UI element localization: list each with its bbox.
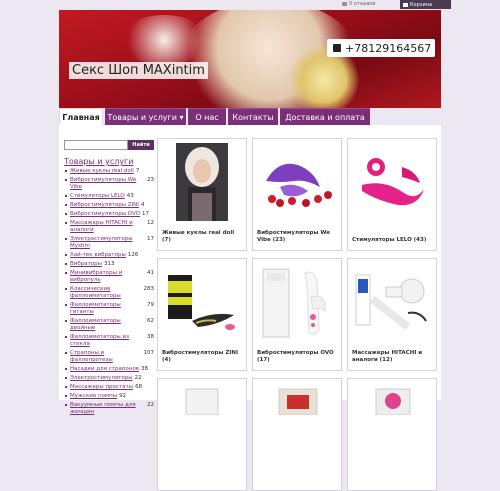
product-card[interactable]: Вибростимуляторы We Vibe (23) <box>252 138 342 251</box>
list-item[interactable]: Вибростимуляторы OVO 17 <box>64 211 154 218</box>
search-input[interactable] <box>64 140 128 150</box>
product-title: Живые куклы real doll (7) <box>162 230 235 243</box>
list-item[interactable]: Стимуляторы LELO 43 <box>64 193 154 200</box>
product-image <box>266 163 332 207</box>
product-card[interactable] <box>347 378 437 491</box>
phone-badge[interactable]: +78129164567 <box>327 39 435 57</box>
list-item[interactable]: Живые куклы real doll 7 <box>64 168 154 175</box>
nav-products[interactable]: Товары и услуги ▾ <box>105 108 186 125</box>
header-banner: +78129164567 Секс Шоп MAXintim <box>59 10 441 110</box>
phone-icon <box>333 44 341 52</box>
list-item[interactable]: Вибраторы 313 <box>64 261 154 268</box>
list-item[interactable]: Фаллоимитаторы двойные 62 <box>64 318 154 332</box>
search-button[interactable]: Найти <box>128 140 154 150</box>
product-image <box>355 274 427 331</box>
list-item[interactable]: Электростимуляторы Mystim 17 <box>64 236 154 250</box>
list-item[interactable]: Страпоны и фаллопротезы 107 <box>64 350 154 364</box>
list-item[interactable]: Классические фаллоимитаторы 283 <box>64 286 154 300</box>
list-item[interactable]: Массажеры HITACHI и аналоги 12 <box>64 220 154 234</box>
list-item[interactable]: Вакуумные помпы для женщин 22 <box>64 402 154 416</box>
reviews-link[interactable]: 0 отзывов <box>342 1 375 7</box>
list-item[interactable]: Вибростимуляторы We Vibe 23 <box>64 177 154 191</box>
product-card[interactable] <box>157 378 247 491</box>
sidebar-heading[interactable]: Товары и услуги <box>64 157 154 166</box>
nav-about[interactable]: О нас <box>188 108 226 125</box>
product-card[interactable]: Вибростимуляторы OVO (17) <box>252 258 342 371</box>
list-item[interactable]: Массажеры простаты 68 <box>64 384 154 391</box>
main-nav: Главная Товары и услуги ▾ О нас Контакты… <box>59 108 441 125</box>
list-item[interactable]: Электростимуляторы 22 <box>64 375 154 382</box>
product-title: Вибростимуляторы We Vibe (23) <box>257 230 330 243</box>
list-item[interactable]: Насадки для страпонов 38 <box>64 366 154 373</box>
product-image <box>362 158 424 206</box>
shop-name: Секс Шоп MAXintim <box>69 62 208 79</box>
top-bar: 0 отзывов Корзина <box>0 0 500 10</box>
product-title: Стимуляторы LELO (43) <box>352 237 427 243</box>
product-title: Массажеры HITACHI и аналоги (12) <box>352 350 423 363</box>
product-image <box>375 388 411 415</box>
product-card[interactable]: Стимуляторы LELO (43) <box>347 138 437 251</box>
cart-label: Корзина <box>410 1 433 8</box>
reviews-label: 0 отзывов <box>349 1 376 7</box>
page-container: +78129164567 Секс Шоп MAXintim Главная Т… <box>59 10 441 491</box>
nav-home[interactable]: Главная <box>59 108 103 125</box>
phone-number: +78129164567 <box>345 41 432 55</box>
list-item[interactable]: Фаллоимитаторы из стекла 38 <box>64 334 154 348</box>
reviews-icon <box>342 2 347 6</box>
product-image <box>185 388 219 415</box>
product-image <box>168 275 235 330</box>
nav-contacts[interactable]: Контакты <box>228 108 278 125</box>
list-item[interactable]: Вибростимуляторы ZINI 4 <box>64 202 154 209</box>
cart-button[interactable]: Корзина <box>400 0 451 9</box>
category-list: Живые куклы real doll 7 Вибростимуляторы … <box>64 168 154 416</box>
product-image <box>278 388 318 415</box>
sidebar: Найти Товары и услуги Живые куклы real d… <box>64 140 154 418</box>
list-item[interactable]: Фаллоимитаторы гиганты 79 <box>64 302 154 316</box>
product-card[interactable]: Массажеры HITACHI и аналоги (12) <box>347 258 437 371</box>
product-card[interactable] <box>252 378 342 491</box>
product-image <box>262 268 326 338</box>
list-item[interactable]: Минивибраторы и вибропуль 41 <box>64 270 154 284</box>
product-title: Вибростимуляторы OVO (17) <box>257 350 334 363</box>
cart-icon <box>403 2 408 7</box>
list-item[interactable]: Мужские помпы 92 <box>64 393 154 400</box>
product-title: Вибростимуляторы ZINI (4) <box>162 350 239 363</box>
list-item[interactable]: Хай-тек вибраторы 126 <box>64 252 154 259</box>
nav-delivery[interactable]: Доставка и оплата <box>280 108 370 125</box>
product-image <box>176 143 228 221</box>
product-card[interactable]: Вибростимуляторы ZINI (4) <box>157 258 247 371</box>
search-form: Найти <box>64 140 154 150</box>
product-card[interactable]: Живые куклы real doll (7) <box>157 138 247 251</box>
